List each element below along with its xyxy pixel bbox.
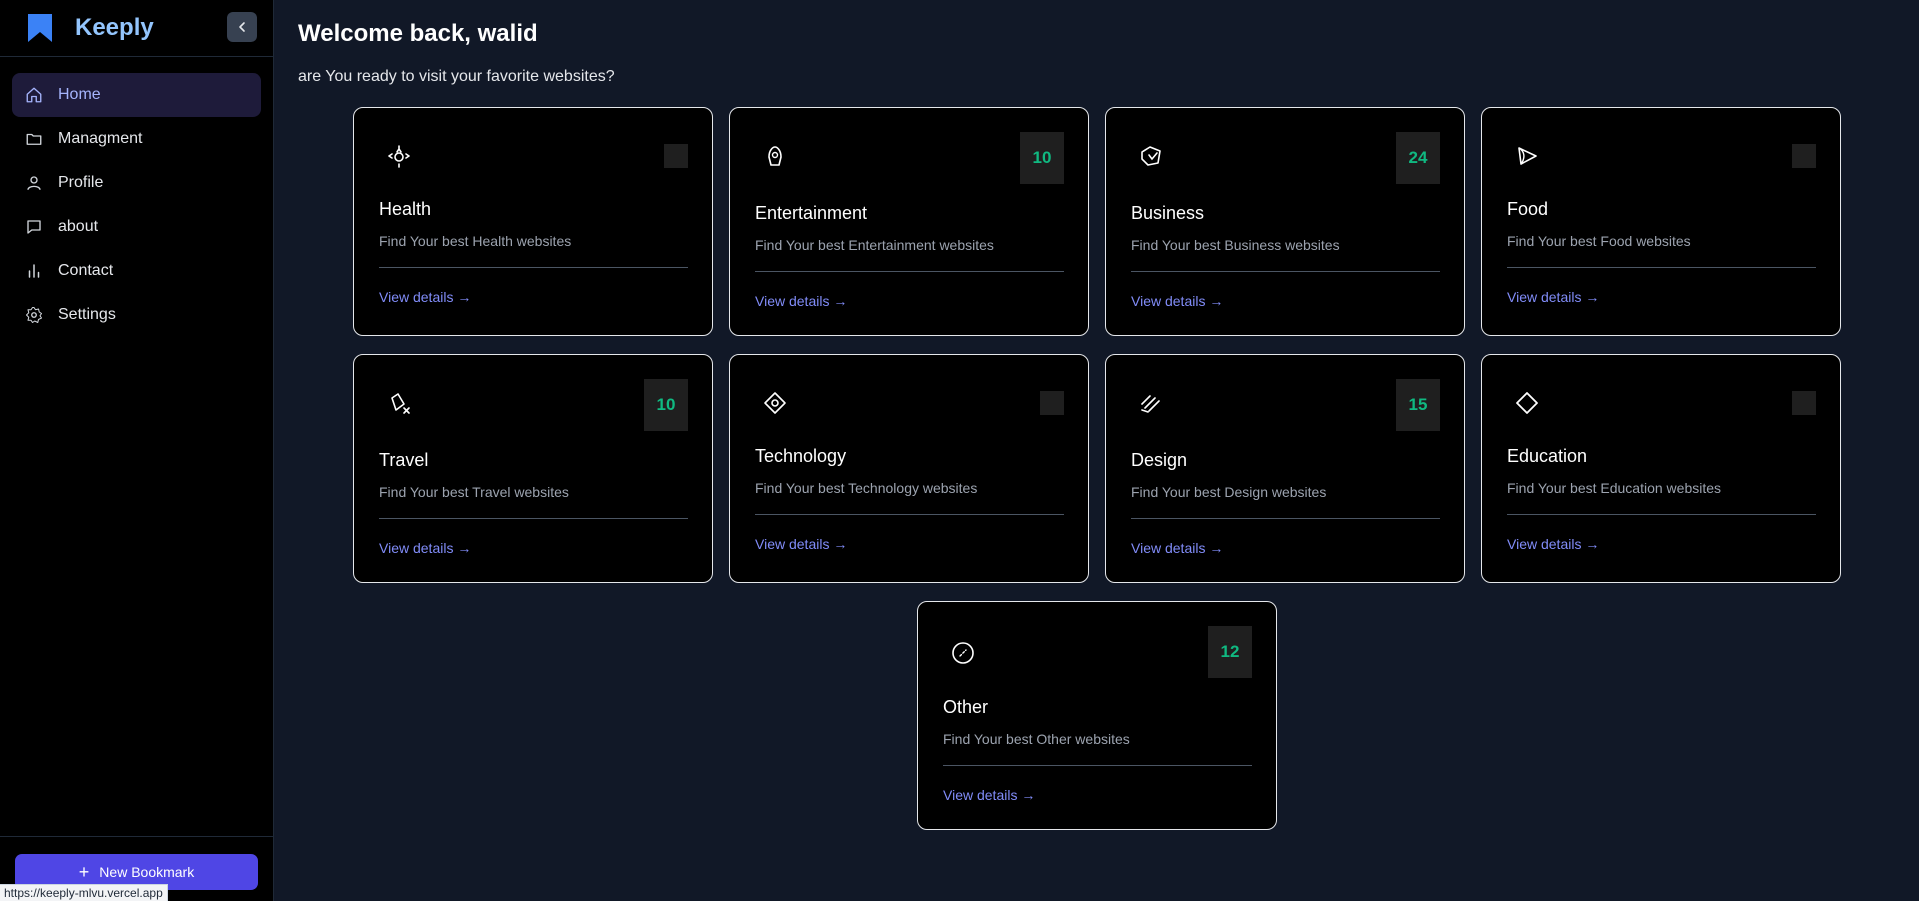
view-details-link[interactable]: View details → xyxy=(379,540,471,556)
bookmark-count xyxy=(1792,391,1816,415)
bookmark-count: 10 xyxy=(644,379,688,431)
card-title: Design xyxy=(1131,450,1188,470)
sidebar-item-managment[interactable]: Managment xyxy=(12,117,261,161)
card-divider xyxy=(755,271,1064,272)
sidebar-item-profile[interactable]: Profile xyxy=(12,161,261,205)
brand: Keeply xyxy=(0,0,273,57)
category-card-education[interactable]: Education Find Your best Education websi… xyxy=(1481,354,1841,583)
bookmark-logo-icon xyxy=(28,14,52,42)
plus-icon: + xyxy=(78,862,90,882)
bookmark-count xyxy=(1792,144,1816,168)
page-title: Welcome back, walid xyxy=(298,20,538,47)
sidebar-nav: Home Managment Profile about Contact Set… xyxy=(0,57,273,337)
card-title: Entertainment xyxy=(755,203,868,223)
new-bookmark-label: New Bookmark xyxy=(99,864,195,880)
sidebar-item-settings[interactable]: Settings xyxy=(12,293,261,337)
category-card-business[interactable]: 24 Business Find Your best Business webs… xyxy=(1105,107,1465,336)
card-title: Travel xyxy=(379,450,429,470)
page-subtitle: are You ready to visit your favorite web… xyxy=(298,68,615,85)
sidebar-item-label: Home xyxy=(58,86,101,103)
category-card-travel[interactable]: 10 Travel Find Your best Travel websites… xyxy=(353,354,713,583)
card-divider xyxy=(1507,514,1816,515)
view-details-link[interactable]: View details → xyxy=(755,536,847,552)
card-title: Food xyxy=(1507,199,1549,219)
card-divider xyxy=(379,267,688,268)
bookmark-count xyxy=(1040,391,1064,415)
chat-icon xyxy=(24,217,44,237)
view-details-link[interactable]: View details → xyxy=(755,293,847,309)
card-description: Find Your best Travel websites xyxy=(379,484,569,500)
card-title: Business xyxy=(1131,203,1205,223)
sidebar-item-home[interactable]: Home xyxy=(12,73,261,117)
status-bar-url: https://keeply-mlvu.vercel.app xyxy=(0,884,168,901)
chevron-left-icon xyxy=(239,22,245,32)
entertainment-icon xyxy=(760,141,790,171)
design-icon xyxy=(1136,388,1166,418)
gear-icon xyxy=(24,305,44,325)
card-description: Find Your best Entertainment websites xyxy=(755,237,994,253)
card-description: Find Your best Health websites xyxy=(379,233,572,249)
card-description: Find Your best Education websites xyxy=(1507,480,1722,496)
sidebar-item-label: Settings xyxy=(58,306,116,323)
card-divider xyxy=(1131,518,1440,519)
travel-icon xyxy=(384,388,414,418)
bar-chart-icon xyxy=(24,261,44,281)
view-details-link[interactable]: View details → xyxy=(1131,540,1223,556)
card-description: Find Your best Business websites xyxy=(1131,237,1340,253)
user-icon xyxy=(24,173,44,193)
technology-icon xyxy=(760,388,790,418)
card-description: Find Your best Design websites xyxy=(1131,484,1327,500)
other-icon xyxy=(948,638,978,668)
sidebar-item-about[interactable]: about xyxy=(12,205,261,249)
card-divider xyxy=(1131,271,1440,272)
sidebar: Keeply Home Managment Profile about Cont… xyxy=(0,0,274,901)
card-description: Find Your best Technology websites xyxy=(755,480,978,496)
app-name: Keeply xyxy=(75,14,154,41)
view-details-link[interactable]: View details → xyxy=(379,289,471,305)
folder-icon xyxy=(24,129,44,149)
sidebar-item-contact[interactable]: Contact xyxy=(12,249,261,293)
food-icon xyxy=(1512,141,1542,171)
card-title: Health xyxy=(379,199,432,219)
view-details-link[interactable]: View details → xyxy=(943,787,1035,803)
sidebar-item-label: about xyxy=(58,218,99,235)
view-details-link[interactable]: View details → xyxy=(1507,289,1599,305)
main-content: Welcome back, walid are You ready to vis… xyxy=(274,0,1919,901)
category-card-entertainment[interactable]: 10 Entertainment Find Your best Entertai… xyxy=(729,107,1089,336)
home-icon xyxy=(24,85,44,105)
business-icon xyxy=(1136,141,1166,171)
collapse-sidebar-button[interactable] xyxy=(227,12,257,42)
card-divider xyxy=(1507,267,1816,268)
health-icon xyxy=(384,141,414,171)
card-description: Find Your best Other websites xyxy=(943,731,1130,747)
category-card-food[interactable]: Food Find Your best Food websites View d… xyxy=(1481,107,1841,336)
education-icon xyxy=(1512,388,1542,418)
card-divider xyxy=(943,765,1252,766)
bookmark-count: 10 xyxy=(1020,132,1064,184)
sidebar-item-label: Contact xyxy=(58,262,114,279)
view-details-link[interactable]: View details → xyxy=(1507,536,1599,552)
card-title: Education xyxy=(1507,446,1588,466)
card-divider xyxy=(755,514,1064,515)
category-card-technology[interactable]: Technology Find Your best Technology web… xyxy=(729,354,1089,583)
category-card-design[interactable]: 15 Design Find Your best Design websites… xyxy=(1105,354,1465,583)
card-title: Other xyxy=(943,697,989,717)
category-card-health[interactable]: Health Find Your best Health websites Vi… xyxy=(353,107,713,336)
category-card-other[interactable]: 12 Other Find Your best Other websites V… xyxy=(917,601,1277,830)
bookmark-count: 12 xyxy=(1208,626,1252,678)
card-title: Technology xyxy=(755,446,847,466)
sidebar-item-label: Managment xyxy=(58,130,143,147)
card-divider xyxy=(379,518,688,519)
card-description: Find Your best Food websites xyxy=(1507,233,1691,249)
view-details-link[interactable]: View details → xyxy=(1131,293,1223,309)
bookmark-count: 15 xyxy=(1396,379,1440,431)
sidebar-item-label: Profile xyxy=(58,174,104,191)
bookmark-count: 24 xyxy=(1396,132,1440,184)
bookmark-count xyxy=(664,144,688,168)
